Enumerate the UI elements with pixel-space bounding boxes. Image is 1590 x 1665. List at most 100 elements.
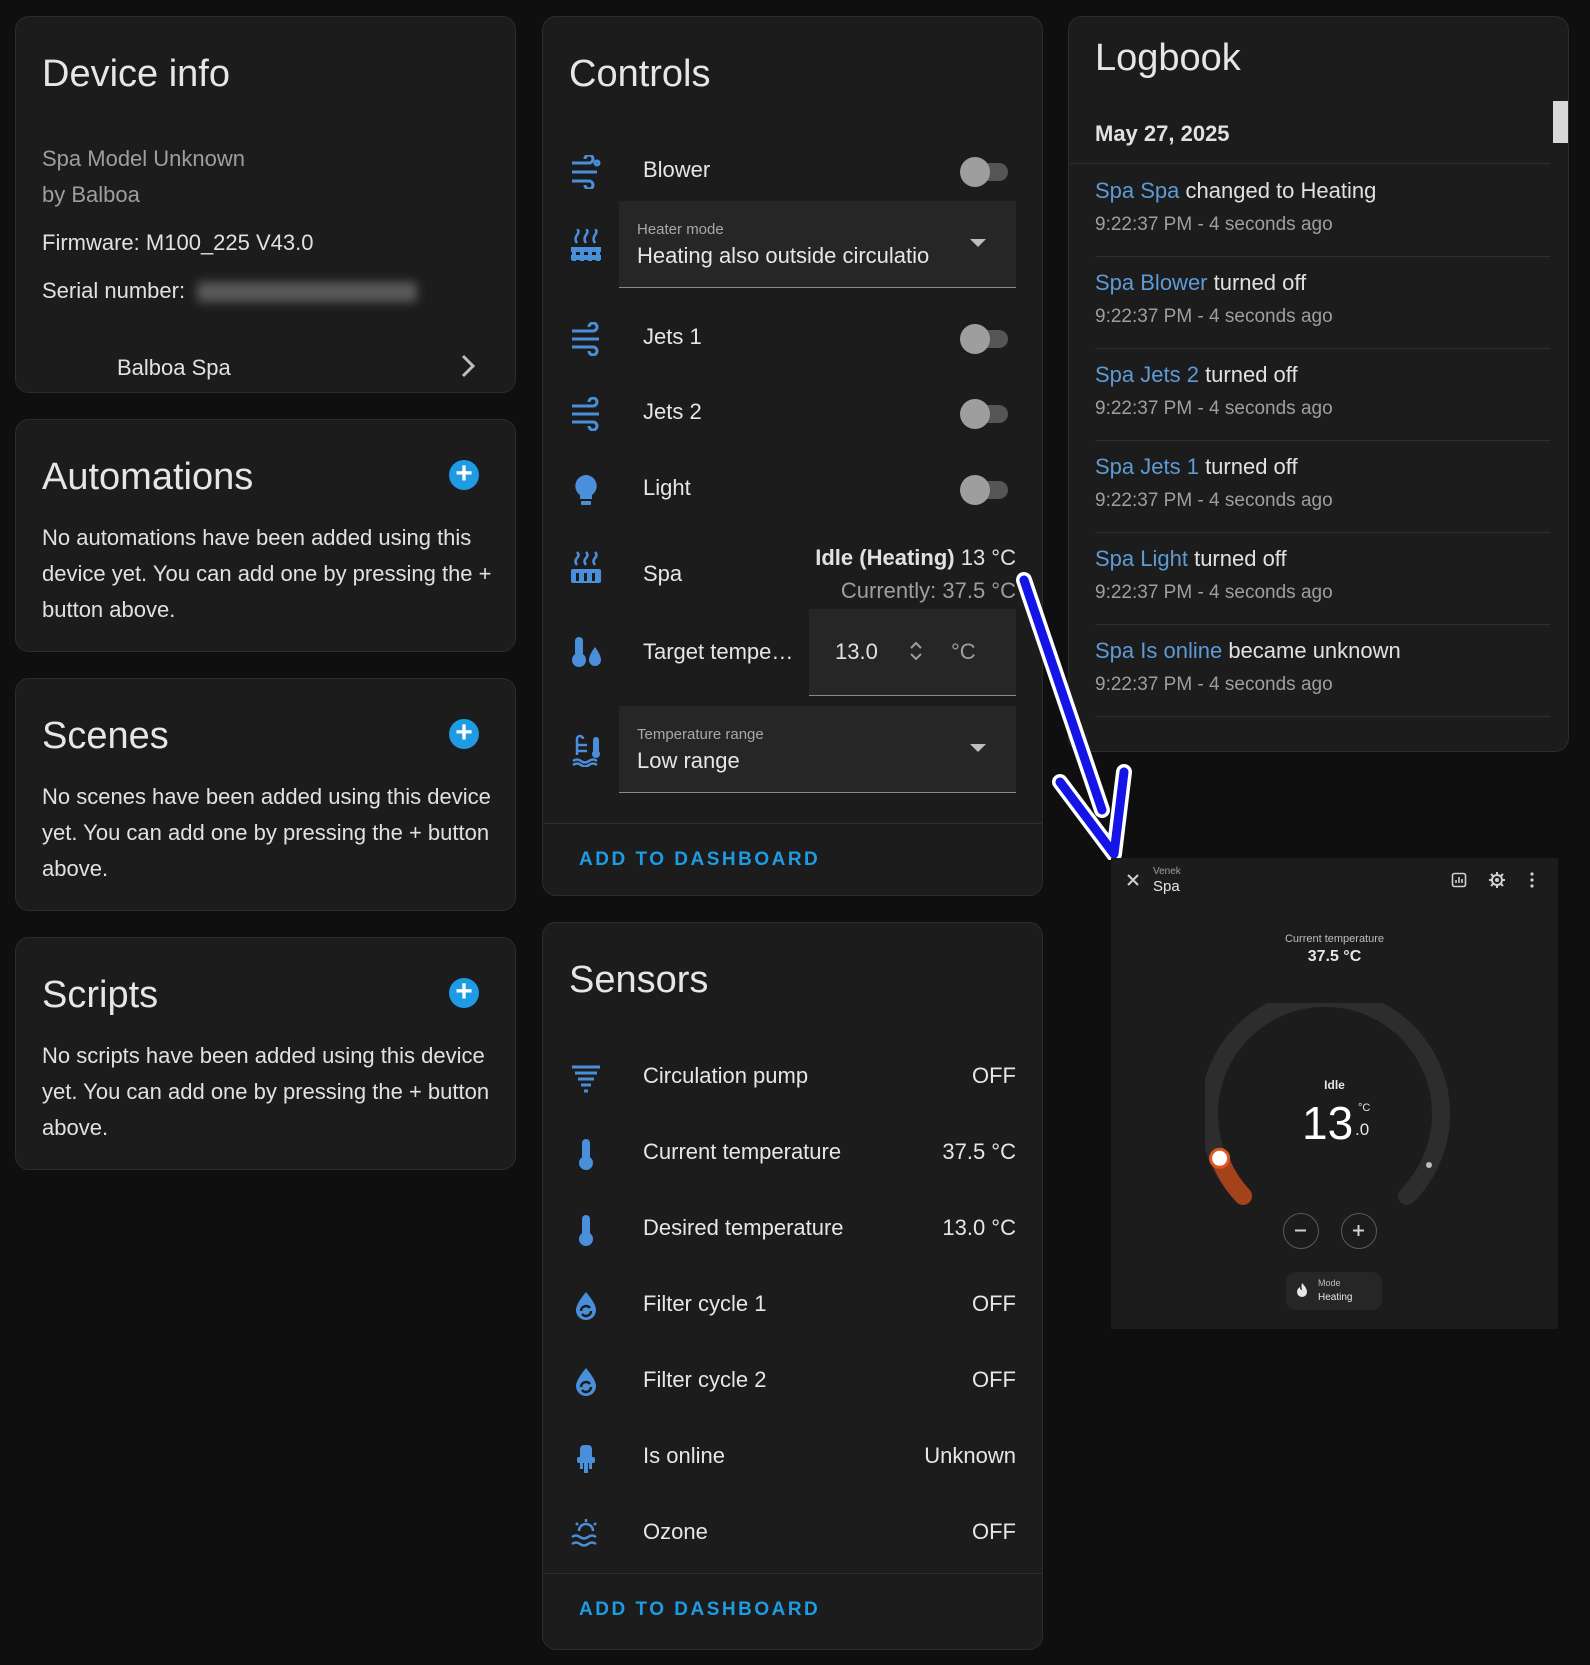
scenes-empty-text: No scenes have been added using this dev… [42,784,491,881]
log-entity-link[interactable]: Spa Light [1095,546,1188,571]
blower-row[interactable]: Blower [543,141,1042,201]
logbook-title: Logbook [1095,37,1241,79]
scripts-title: Scripts [42,974,159,1016]
device-manufacturer: by Balboa [42,182,140,207]
spa-state-temp: 13 °C [960,545,1016,570]
sensor-row[interactable]: Ozone OFF [543,1503,1042,1563]
jets2-toggle[interactable] [960,399,1008,429]
log-entry-text: Spa Jets 1 turned off [1095,454,1298,480]
log-entity-link[interactable]: Spa Jets 2 [1095,362,1199,387]
sensors-card: Sensors Circulation pump OFF Current tem… [542,922,1043,1650]
log-entry[interactable]: Spa Is online became unknown 9:22:37 PM … [1095,624,1550,717]
log-action: became unknown [1222,638,1401,663]
log-entry[interactable]: Spa Light turned off 9:22:37 PM - 4 seco… [1095,532,1550,625]
jets1-toggle[interactable] [960,324,1008,354]
wind-icon [569,396,603,432]
target-temp-unit: °C [951,639,976,664]
add-script-button[interactable]: + [449,977,479,1008]
mode-chip[interactable]: Mode Heating [1286,1272,1382,1310]
current-temp-marker [1426,1162,1432,1168]
target-temp-value: 13.0 [835,639,878,664]
thermometer-water-icon [569,635,603,669]
log-entity-link[interactable]: Spa Blower [1095,270,1208,295]
target-temp-decimal: .0 [1355,1120,1370,1139]
log-entry[interactable]: Spa Spa changed to Heating 9:22:37 PM - … [1095,164,1550,257]
sensors-add-to-dashboard-button[interactable]: ADD TO DASHBOARD [579,1599,820,1621]
log-action: changed to Heating [1179,178,1377,203]
log-entry-text: Spa Jets 2 turned off [1095,362,1298,388]
sensors-title: Sensors [569,959,709,1001]
connection-icon [569,1441,603,1475]
sensor-row[interactable]: Circulation pump OFF [543,1047,1042,1107]
decrease-button[interactable] [1283,1213,1319,1249]
heater-mode-select[interactable]: Heater mode Heating also outside circula… [619,201,1016,288]
light-row[interactable]: Light [543,459,1042,519]
log-entry[interactable]: Spa Jets 1 turned off 9:22:37 PM - 4 sec… [1095,440,1550,533]
sensor-row[interactable]: Filter cycle 2 OFF [543,1351,1042,1411]
controls-add-to-dashboard-button[interactable]: ADD TO DASHBOARD [579,849,820,871]
heater-mode-label: Heater mode [637,221,724,238]
sensor-row[interactable]: Desired temperature 13.0 °C [543,1199,1042,1259]
gear-icon[interactable] [1488,871,1506,894]
device-info-title: Device info [42,53,230,95]
scripts-empty-text: No scripts have been added using this de… [42,1043,490,1140]
sensor-row[interactable]: Current temperature 37.5 °C [543,1123,1042,1183]
sensor-value: OFF [972,1367,1016,1392]
minus-icon [1295,1229,1306,1232]
jets1-row[interactable]: Jets 1 [543,308,1042,368]
sensor-value: 13.0 °C [942,1215,1016,1240]
blower-toggle[interactable] [960,157,1008,187]
thermometer-icon [569,1137,603,1171]
sensor-label: Filter cycle 2 [643,1367,767,1392]
close-icon[interactable] [1125,872,1141,893]
fan-icon [569,153,603,191]
balboa-spa-link-label: Balboa Spa [117,355,231,380]
add-scene-button[interactable]: + [449,718,479,749]
balboa-spa-link[interactable]: Balboa Spa [16,339,515,389]
sensor-value: OFF [972,1063,1016,1088]
controls-title: Controls [569,53,711,95]
target-handle[interactable] [1209,1147,1231,1169]
sensor-value: OFF [972,1519,1016,1544]
spa-label: Spa [643,561,683,586]
sensor-label: Current temperature [643,1139,842,1164]
heater-mode-value: Heating also outside circulatio [637,243,930,268]
serial-label: Serial number: [42,278,186,303]
increase-button[interactable] [1341,1213,1377,1249]
annotation-arrow [1016,572,1132,860]
firmware-value: M100_225 V43.0 [145,230,314,255]
fire-icon [1296,1283,1308,1302]
light-toggle[interactable] [960,475,1008,505]
log-entry-text: Spa Blower turned off [1095,270,1306,296]
jets2-label: Jets 2 [643,399,702,424]
logbook-scrollbar[interactable] [1553,101,1568,143]
log-entry-text: Spa Spa changed to Heating [1095,178,1376,204]
add-automation-button[interactable]: + [449,459,479,490]
log-entry[interactable]: Spa Jets 2 turned off 9:22:37 PM - 4 sec… [1095,348,1550,441]
log-entry[interactable]: Spa Blower turned off 9:22:37 PM - 4 sec… [1095,256,1550,349]
sensor-row[interactable]: Is online Unknown [543,1427,1042,1487]
sensor-label: Is online [643,1443,725,1468]
log-entity-link[interactable]: Spa Spa [1095,178,1179,203]
spa-state-bold: Idle (Heating) [815,545,955,570]
temperature-range-label: Temperature range [637,726,764,743]
serial-line: Serial number: [42,273,418,309]
target-temp-input[interactable]: 13.0 °C [809,609,1016,696]
spa-climate-row[interactable]: Spa Idle (Heating) 13 °C Currently: 37.5… [543,533,1042,603]
history-icon[interactable] [1451,872,1467,893]
log-time: 9:22:37 PM - 4 seconds ago [1095,398,1333,419]
jets1-label: Jets 1 [643,324,702,349]
log-action: turned off [1187,546,1287,571]
jets2-row[interactable]: Jets 2 [543,383,1042,443]
stepper-icon[interactable] [907,637,925,670]
spa-state: Idle (Heating) 13 °C [815,545,1016,571]
blower-label: Blower [643,157,711,182]
temperature-range-select[interactable]: Temperature range Low range [619,706,1016,793]
firmware-line: Firmware: M100_225 V43.0 [42,225,313,261]
more-vert-icon[interactable] [1529,872,1535,893]
log-entity-link[interactable]: Spa Jets 1 [1095,454,1199,479]
firmware-label: Firmware: [42,230,140,255]
sensor-row[interactable]: Filter cycle 1 OFF [543,1275,1042,1335]
light-label: Light [643,475,691,500]
plus-icon [1353,1225,1364,1236]
